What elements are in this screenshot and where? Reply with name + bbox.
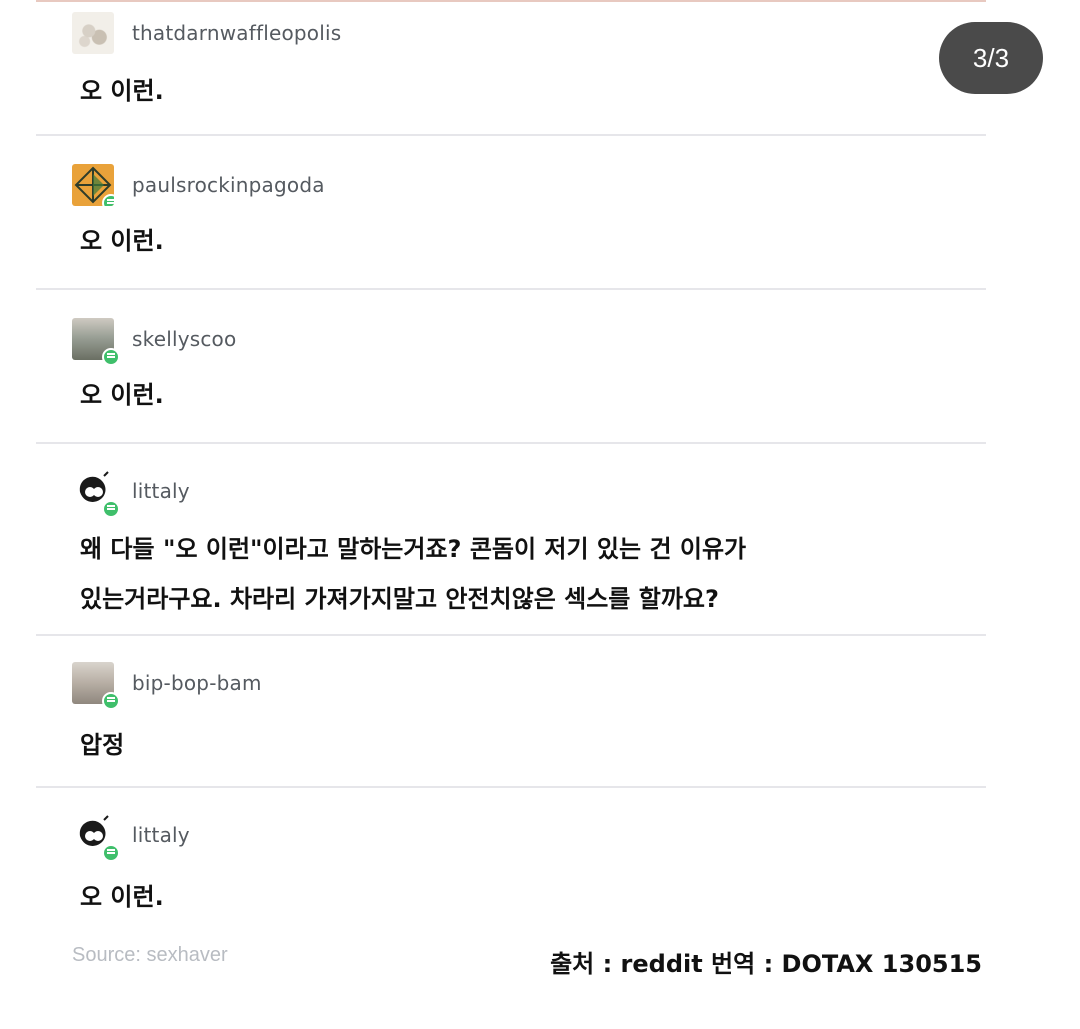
user-avatar[interactable] [72,164,114,206]
source-label: Source: sexhaver [72,944,228,966]
username[interactable]: littaly [132,823,190,847]
username[interactable]: littaly [132,479,190,503]
comment-text: 왜 다들 "오 이런"이라고 말하는거죠? 콘돔이 저기 있는 건 이유가 있는… [80,535,747,613]
follow-badge-icon [102,500,120,518]
user-avatar[interactable] [72,470,120,518]
username[interactable]: bip-bop-bam [132,671,262,695]
comment-text: 오 이런. [80,381,164,409]
follow-badge-icon [102,692,120,710]
comment-header: thatdarnwaffleopolis [72,12,341,54]
comment-post: skellyscoo 오 이런. [36,290,986,444]
comment-text: 오 이런. [80,77,164,105]
comment-header: littaly [72,814,190,862]
comment-header: skellyscoo [72,318,236,366]
translation-credit: 출처 : reddit 번역 : DOTAX 130515 [550,950,982,978]
username[interactable]: paulsrockinpagoda [132,173,325,197]
username[interactable]: skellyscoo [132,327,236,351]
comment-post: littaly 오 이런. [36,788,986,938]
comment-post: thatdarnwaffleopolis 오 이런. [36,0,986,136]
user-avatar[interactable] [72,12,114,54]
comment-post: paulsrockinpagoda 오 이런. [36,136,986,290]
comment-post: littaly 왜 다들 "오 이런"이라고 말하는거죠? 콘돔이 저기 있는 … [36,444,986,636]
username[interactable]: thatdarnwaffleopolis [132,21,341,45]
follow-badge-icon [102,348,120,366]
comment-text: 압정 [80,731,125,759]
user-avatar[interactable] [72,318,120,366]
page-indicator: 3/3 [939,22,1043,94]
comment-text: 오 이런. [80,227,164,255]
comment-header: bip-bop-bam [72,662,262,710]
user-avatar[interactable] [72,814,120,862]
comment-text: 오 이런. [80,883,164,911]
comment-header: littaly [72,470,190,518]
follow-badge-icon [102,844,120,862]
user-avatar[interactable] [72,662,120,710]
comment-post: bip-bop-bam 압정 [36,636,986,788]
follow-badge-icon [102,194,114,206]
comment-header: paulsrockinpagoda [72,164,325,206]
